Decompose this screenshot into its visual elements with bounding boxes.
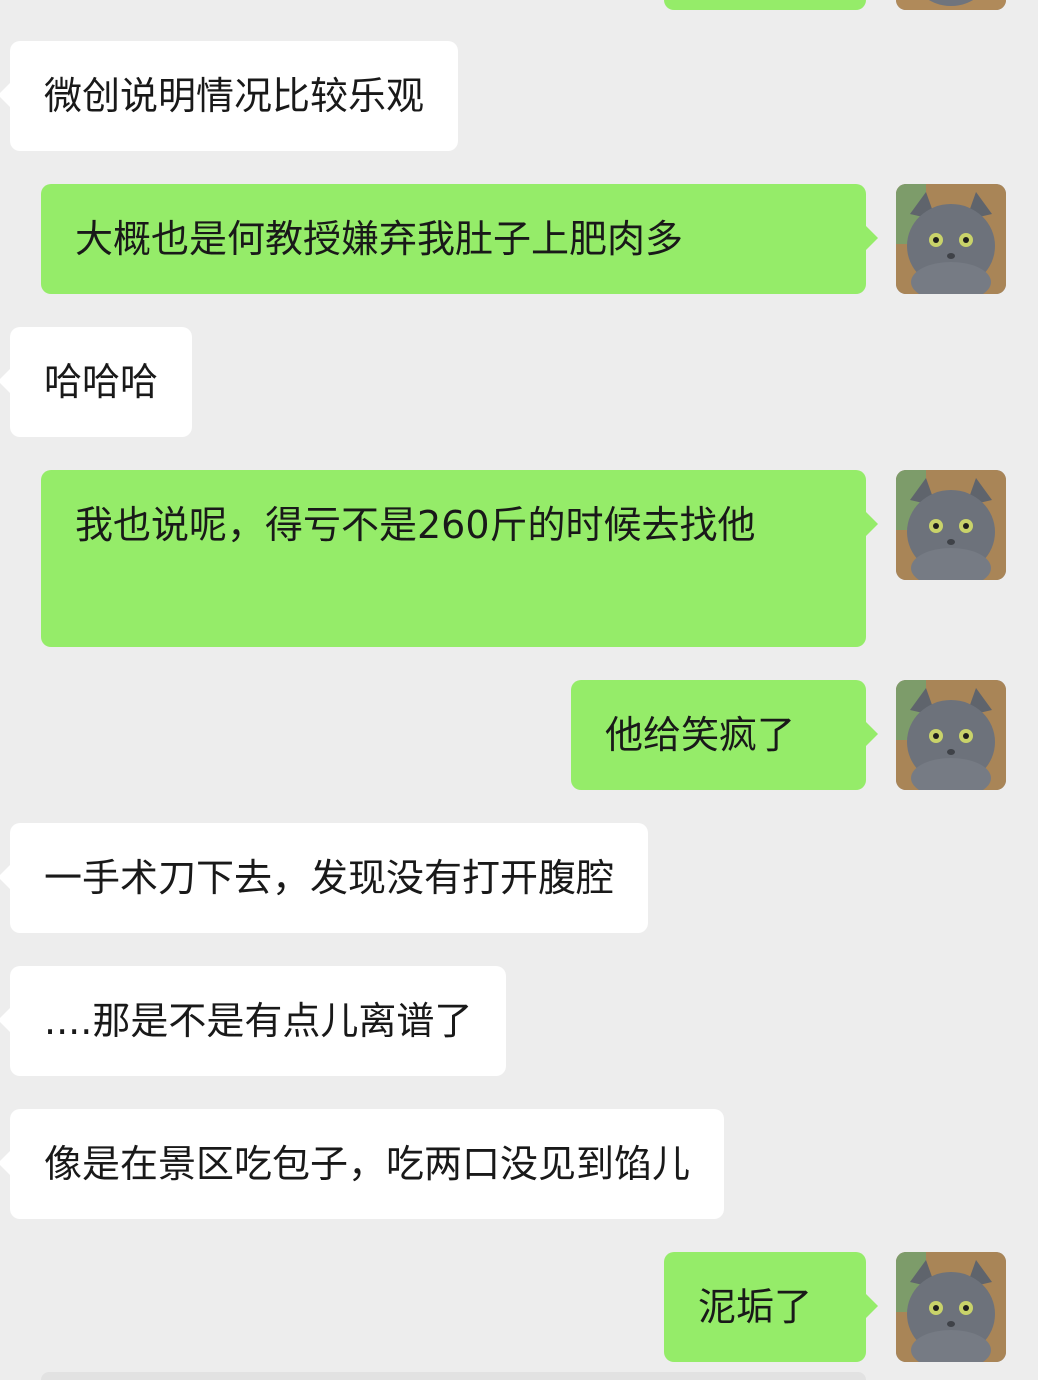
avatar[interactable]	[896, 470, 1006, 580]
message-bubble-incoming[interactable]: ....那是不是有点儿离谱了	[0, 966, 507, 1076]
message-text: 一手术刀下去，发现没有打开腹腔	[44, 856, 615, 900]
message-text: 像是在景区吃包子，吃两口没见到馅儿	[44, 1142, 691, 1186]
message-bubble-incoming[interactable]: 哈哈哈	[0, 327, 193, 437]
partial-avatar[interactable]	[896, 0, 1006, 10]
message-text: 泥垢了	[698, 1285, 813, 1329]
message-bubble-outgoing[interactable]: 泥垢了	[664, 1252, 878, 1362]
message-text: ....那是不是有点儿离谱了	[44, 999, 473, 1043]
partial-next-bubble	[41, 1372, 866, 1380]
avatar[interactable]	[896, 680, 1006, 790]
avatar[interactable]	[896, 184, 1006, 294]
message-bubble-incoming[interactable]: 像是在景区吃包子，吃两口没见到馅儿	[0, 1109, 725, 1219]
chat-conversation: 微创说明情况比较乐观 大概也是何教授嫌弃我肚子上肥肉多 哈哈哈 我也说呢，得亏不…	[0, 0, 1038, 1380]
message-text: 他给笑疯了	[605, 713, 796, 757]
cat-avatar-icon	[896, 680, 1006, 790]
message-bubble-incoming[interactable]: 一手术刀下去，发现没有打开腹腔	[0, 823, 649, 933]
message-bubble-incoming[interactable]: 微创说明情况比较乐观	[0, 41, 459, 151]
message-bubble-outgoing[interactable]: 大概也是何教授嫌弃我肚子上肥肉多	[41, 184, 878, 294]
message-text: 我也说呢，得亏不是260斤的时候去找他	[75, 503, 756, 547]
message-text: 哈哈哈	[44, 360, 159, 404]
cat-avatar-icon	[896, 470, 1006, 580]
cat-avatar-icon	[896, 184, 1006, 294]
cat-avatar-icon	[896, 0, 1006, 10]
message-bubble-outgoing[interactable]: 我也说呢，得亏不是260斤的时候去找他	[41, 470, 878, 647]
avatar[interactable]	[896, 1252, 1006, 1362]
message-text: 大概也是何教授嫌弃我肚子上肥肉多	[75, 217, 684, 261]
message-bubble-outgoing[interactable]: 他给笑疯了	[571, 680, 878, 790]
partial-previous-bubble	[664, 0, 866, 10]
message-text: 微创说明情况比较乐观	[44, 74, 425, 118]
cat-avatar-icon	[896, 1252, 1006, 1362]
